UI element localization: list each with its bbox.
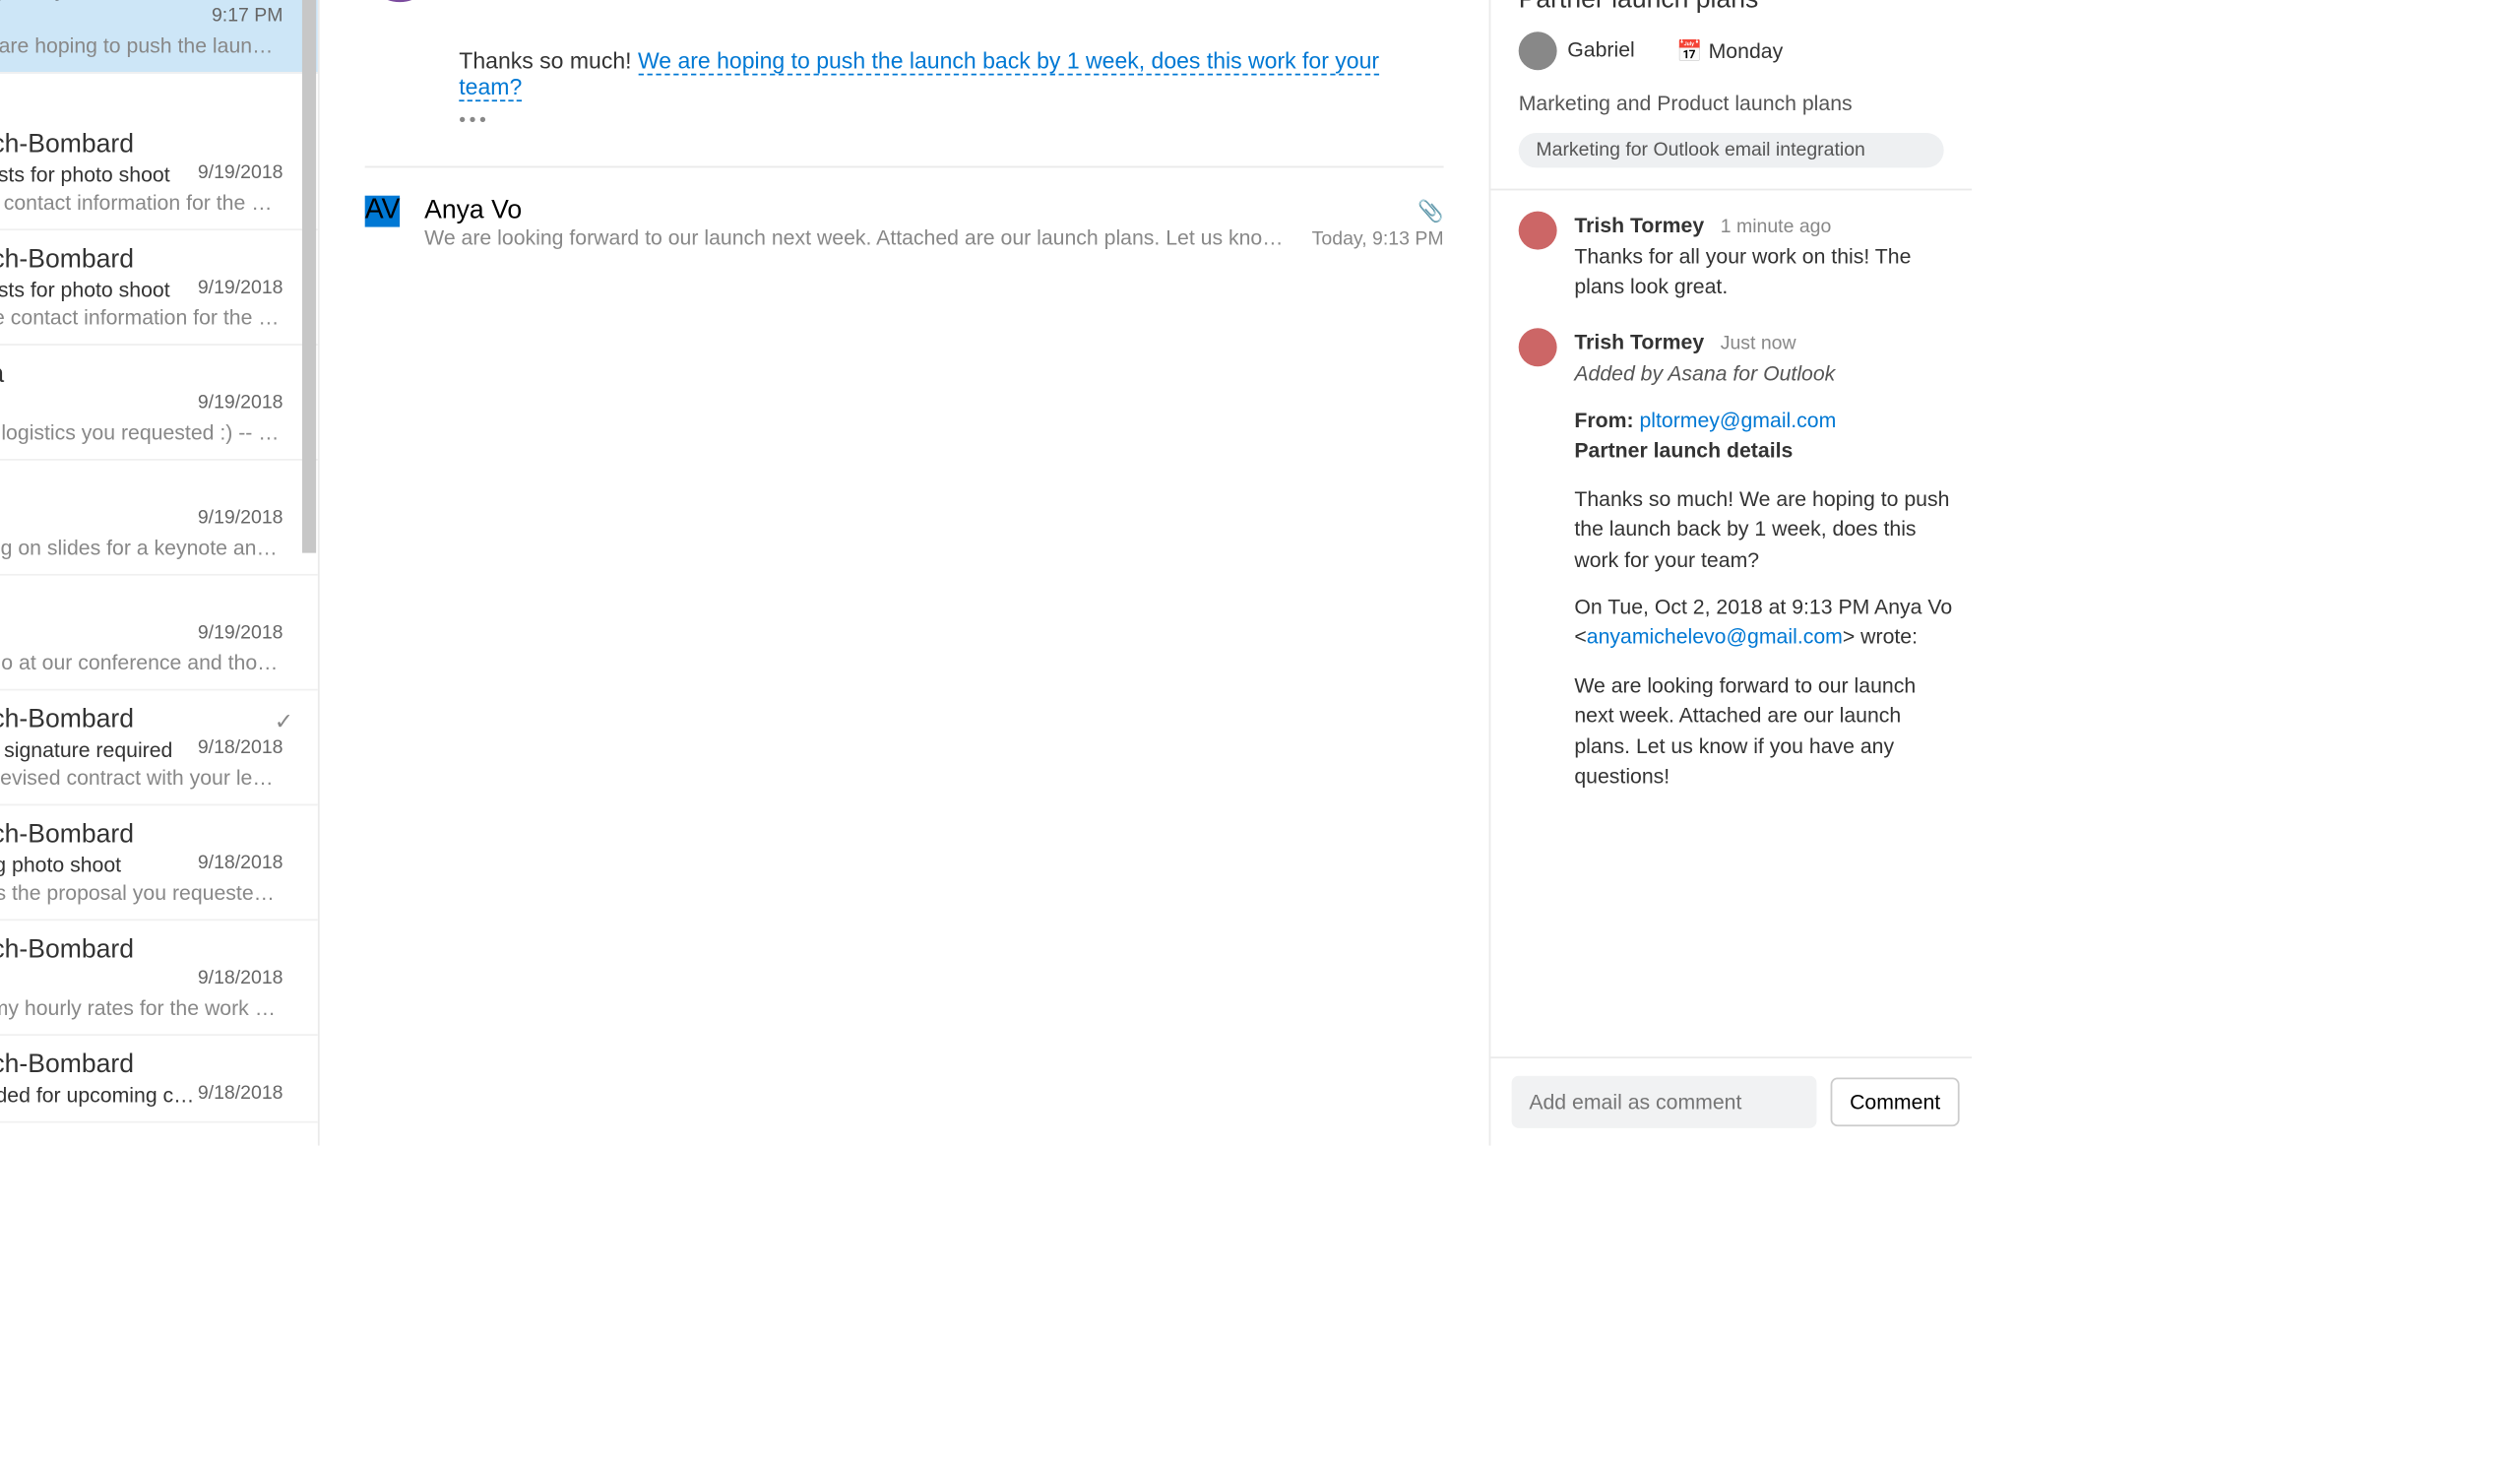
message-subject: Your revised contract: signature require… (0, 737, 198, 762)
message-item[interactable]: Audriana Vojkovich-Bombard Marketing asse… (0, 1036, 318, 1123)
reading-pane: Partner launch details 📎 1 ⌄ PT Patricia… (320, 0, 1491, 1146)
quoted-p2b: > wrote: (1843, 625, 1918, 650)
message-subject: Marketing assets needed for upcoming co-… (0, 1083, 198, 1108)
message-preview: Hi Trish, Here are the logistics you req… (0, 420, 283, 445)
comment-time: 1 minute ago (1721, 217, 1832, 237)
message-date: 9/18/2018 (198, 853, 284, 877)
message-item[interactable]: Audriana Vojkovich-Bombard Freelance rate… (0, 921, 318, 1036)
message-subject: Hair and makeup stylists for photo shoot (0, 162, 198, 187)
quoted-email-link[interactable]: anyamichelevo@gmail.com (1587, 625, 1843, 650)
message-date: 9/18/2018 (198, 968, 284, 992)
message-item[interactable]: Audriana Vojkovich-Bombard Proposal for u… (0, 805, 318, 921)
attachment-icon: 📎 (1418, 198, 1443, 223)
message-preview: Hi Trish - Here is the revised contract … (0, 766, 283, 791)
scrollbar-thumb[interactable] (302, 0, 316, 553)
message-date: 9/19/2018 (198, 393, 284, 417)
message-sender: Audriana Vojkovich-Bombard (0, 1050, 283, 1079)
message-item[interactable]: Audriana Vojkovich-Bombard Hair and makeu… (0, 115, 318, 230)
message-list: Focused Other Filter ⌄ Next: No events f… (0, 0, 320, 1146)
message-preview: Hey Trish - Here are my hourly rates for… (0, 995, 283, 1020)
assignee-avatar-icon (1519, 32, 1557, 70)
message-sender: Audriana Vojkovich-Bombard (0, 129, 283, 159)
message-date: 9:17 PM (212, 6, 284, 31)
message-date: 9/19/2018 (198, 622, 284, 647)
comment-italic: Added by Asana for Outlook (1574, 359, 1957, 390)
quoted-p1: Thanks so much! We are hoping to push th… (1574, 484, 1957, 575)
comment-button[interactable]: Comment (1831, 1078, 1960, 1127)
comment-author: Trish Tormey (1574, 330, 1704, 354)
message-subject: Photo shoot logistics (0, 393, 198, 417)
due-date[interactable]: 📅 Monday (1676, 38, 1783, 63)
task-title: Partner launch plans (1490, 0, 1972, 32)
message-sender: Audriana Vojkovich-Bombard (0, 820, 283, 850)
message-preview: We are looking forward to our launch nex… (424, 225, 1294, 250)
comment-avatar-icon (1519, 328, 1557, 366)
message-item[interactable]: Audriana Vojkovich-Bombard Hair and makeu… (0, 230, 318, 346)
comment-input[interactable] (1512, 1076, 1817, 1128)
message-subject: Freelance rates (0, 968, 198, 992)
message-subject: Hair and makeup stylists for photo shoot (0, 278, 198, 302)
message-date: 9/18/2018 (198, 737, 284, 762)
quoted-subject: Partner launch details (1574, 439, 1793, 464)
message-sender: Audriana Vojkovich-Bombard (0, 705, 283, 734)
message-time: Today, 9:13 PM (1312, 228, 1444, 249)
comment-text: Thanks for all your work on this! The pl… (1574, 242, 1957, 303)
quoted-p3: We are looking forward to our launch nex… (1574, 671, 1957, 793)
message-subject: Partner launch details (0, 6, 212, 31)
message-date: 9/19/2018 (198, 278, 284, 302)
message-sender: Nikki Henderson (0, 590, 283, 619)
assignee-name: Gabriel (1567, 37, 1634, 62)
message-item[interactable]: Nikki Henderson New team headshots9/19/20… (0, 461, 318, 576)
message-date: 9/19/2018 (198, 162, 284, 187)
asana-panel: Asana ✕ ← View in Asana Partner launch p… (1490, 0, 1972, 1146)
message-sender: Nikki Henderson (0, 475, 283, 504)
message-date: 9/18/2018 (198, 1083, 284, 1108)
comment-avatar-icon (1519, 212, 1557, 250)
task-comments: Trish Tormey 1 minute ago Thanks for all… (1490, 189, 1972, 1057)
assignee[interactable]: Gabriel (1519, 32, 1635, 70)
message-item[interactable]: ▶Patricia Tormey; Anya VoPartner launch … (0, 0, 318, 74)
message-date: 9/19/2018 (198, 508, 284, 533)
sender-name: Anya Vo (424, 196, 522, 225)
sender-avatar: PT (365, 0, 435, 2)
comment: Trish Tormey 1 minute ago Thanks for all… (1519, 212, 1958, 303)
sender-avatar: AV (365, 196, 401, 227)
comment: Trish Tormey Just now Added by Asana for… (1519, 328, 1958, 793)
message-preview: Hey Trish - Here is the contact informat… (0, 305, 283, 330)
message-sender: Patricia Tormey; Anya Vo (0, 0, 283, 2)
time-header: Two weeks ago (0, 74, 318, 115)
message-sender: Audriana Vojkovich-Bombard (0, 934, 283, 964)
email-body: Thanks so much! We are hoping to push th… (459, 47, 1443, 131)
message-preview: Thanks so much! We are hoping to push th… (0, 33, 283, 58)
due-label: Monday (1709, 38, 1784, 63)
message-preview: Hi Trish, I just met Julio at our confer… (0, 651, 283, 675)
check-icon: ✓ (275, 708, 293, 735)
task-description: Marketing and Product launch plans (1490, 91, 1972, 132)
from-email[interactable]: pltormey@gmail.com (1639, 409, 1836, 433)
message-preview: Hello Trish, I'm working on slides for a… (0, 536, 283, 560)
message-subject: New team headshots (0, 508, 198, 533)
comment-author: Trish Tormey (1574, 213, 1704, 237)
body-text: Thanks so much! (459, 47, 638, 74)
message-sender: Victoria Chernova (0, 359, 283, 389)
message-item[interactable]: Victoria Chernova Photo shoot logistics9/… (0, 346, 318, 461)
comment-time: Just now (1721, 333, 1796, 353)
message-subject: Review resume? (0, 622, 198, 647)
scrollbar[interactable] (300, 0, 318, 1146)
task-tag[interactable]: Marketing for Outlook email integration (1519, 133, 1944, 167)
message-preview: Hey Trish - Attached is the proposal you… (0, 880, 283, 905)
expand-quoted-button[interactable]: ••• (459, 110, 1443, 131)
collapsed-message[interactable]: AV Anya Vo 📎 We are looking forward to o… (365, 166, 1444, 250)
message-sender: Audriana Vojkovich-Bombard (0, 244, 283, 274)
from-label: From: (1574, 409, 1639, 433)
message-item[interactable]: Audriana Vojkovich-Bombard Your revised c… (0, 690, 318, 805)
message-subject: Proposal for upcoming photo shoot (0, 853, 198, 877)
message-preview: Hey Trish, Here is the contact informati… (0, 190, 283, 215)
message-item[interactable]: Nikki Henderson Review resume?9/19/2018 Hi… (0, 576, 318, 691)
